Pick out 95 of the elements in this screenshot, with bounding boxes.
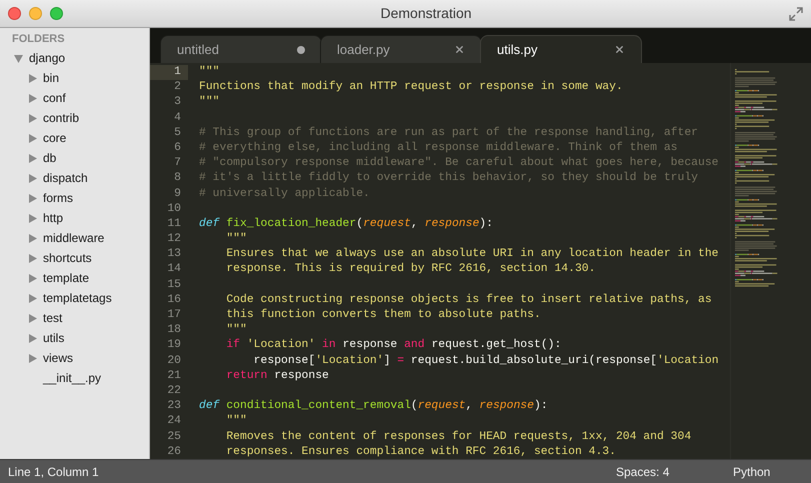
- line-number: 18: [166, 323, 182, 338]
- collapsed-triangle-icon[interactable]: [28, 334, 37, 342]
- line-number: 15: [166, 278, 182, 293]
- folder-item[interactable]: forms: [43, 189, 73, 207]
- collapsed-triangle-icon[interactable]: [28, 314, 37, 322]
- folder-item[interactable]: contrib: [43, 109, 80, 127]
- collapsed-triangle-icon[interactable]: [28, 254, 37, 262]
- folder-item[interactable]: db: [43, 149, 56, 167]
- collapsed-triangle-icon[interactable]: [28, 194, 37, 202]
- line-number: 3: [173, 95, 182, 110]
- cursor-position: Line 1, Column 1: [8, 464, 100, 480]
- collapsed-triangle-icon[interactable]: [28, 294, 37, 302]
- collapsed-triangle-icon[interactable]: [28, 174, 37, 182]
- expanded-triangle-icon[interactable]: [14, 54, 23, 62]
- code-line: """: [225, 414, 247, 430]
- line-number: 1: [150, 65, 188, 80]
- folder-item[interactable]: test: [43, 309, 62, 327]
- code-line: Code constructing response objects is free to insert relative paths, as: [225, 292, 712, 308]
- code-line: if 'Location' in response and request.get_host():: [225, 338, 562, 354]
- line-number: 23: [166, 399, 182, 414]
- file-item[interactable]: __init__.py: [43, 369, 102, 387]
- line-number: 13: [166, 247, 182, 262]
- code-line: response['Location'] = request.build_absolute_uri(response['Location: [252, 354, 719, 369]
- window-title: Demonstration: [379, 4, 473, 23]
- collapsed-triangle-icon[interactable]: [28, 354, 37, 362]
- line-number: 2: [173, 80, 182, 96]
- code-line: Functions that modify an HTTP request or response in some way.: [199, 80, 623, 96]
- code-line: Ensures that we always use an absolute URI in any location header in the: [225, 247, 718, 262]
- syntax-setting[interactable]: Python: [733, 462, 803, 480]
- line-number: 11: [166, 216, 182, 232]
- code-line: def fix_location_header(request, response):: [199, 216, 493, 232]
- maximize-icon[interactable]: [50, 7, 63, 20]
- folder-item[interactable]: templatetags: [43, 289, 112, 307]
- code-line: # universally applicable.: [199, 186, 370, 202]
- code-line: # This group of functions are run as part of the response handling, after: [199, 126, 698, 141]
- collapsed-triangle-icon[interactable]: [28, 134, 37, 142]
- line-number: 17: [166, 308, 182, 323]
- sidebar-heading: FOLDERS: [11, 32, 66, 47]
- line-number: 6: [173, 140, 182, 156]
- line-number: 22: [166, 384, 182, 399]
- tab[interactable]: untitled: [160, 35, 322, 63]
- folder-item[interactable]: http: [43, 209, 64, 227]
- line-number: 24: [166, 414, 182, 430]
- folder-item[interactable]: bin: [43, 69, 60, 87]
- collapsed-triangle-icon[interactable]: [28, 234, 37, 242]
- collapsed-triangle-icon[interactable]: [28, 74, 37, 82]
- folder-item[interactable]: utils: [43, 329, 64, 347]
- close-icon[interactable]: [454, 44, 465, 55]
- code-line: responses. Ensures compliance with RFC 2616, section 4.3.: [225, 444, 616, 459]
- line-number: 10: [166, 202, 182, 217]
- code-line: """: [199, 95, 220, 110]
- tab[interactable]: loader.py: [320, 35, 482, 63]
- folder-item[interactable]: core: [43, 129, 66, 147]
- line-number: 21: [166, 368, 182, 384]
- tab[interactable]: utils.py: [480, 35, 642, 63]
- folder-item[interactable]: template: [43, 269, 90, 287]
- line-number: 7: [173, 156, 182, 172]
- collapsed-triangle-icon[interactable]: [28, 94, 37, 102]
- line-number: 25: [166, 430, 182, 444]
- code-line: response. This is required by RFC 2616, section 14.30.: [225, 262, 596, 278]
- fullscreen-icon[interactable]: [789, 6, 803, 20]
- line-number: 19: [166, 338, 182, 354]
- folder-item[interactable]: views: [43, 349, 74, 367]
- line-number: 26: [166, 444, 182, 459]
- line-number: 12: [166, 232, 182, 248]
- line-number: 14: [166, 262, 182, 278]
- line-number: 20: [166, 354, 182, 369]
- line-number: 4: [173, 110, 182, 126]
- code-line: Removes the content of responses for HEAD requests, 1xx, 204 and 304: [225, 430, 692, 444]
- collapsed-triangle-icon[interactable]: [28, 114, 37, 122]
- line-number: 16: [166, 292, 182, 308]
- code-line: # "compulsory response middleware". Be careful about what goes here, because: [199, 156, 718, 172]
- folder-item[interactable]: dispatch: [43, 169, 88, 187]
- collapsed-triangle-icon[interactable]: [28, 274, 37, 282]
- code-line: this function converts them to absolute paths.: [225, 308, 541, 323]
- line-number: 5: [173, 126, 182, 141]
- minimize-icon[interactable]: [29, 7, 42, 20]
- line-number: 8: [173, 171, 182, 186]
- line-number: 9: [173, 186, 182, 202]
- close-icon[interactable]: [8, 7, 21, 20]
- close-icon[interactable]: [614, 44, 625, 55]
- folder-item[interactable]: middleware: [43, 229, 104, 247]
- folder-item[interactable]: django: [29, 49, 66, 67]
- code-line: def conditional_content_removal(request, response):: [199, 399, 548, 414]
- folder-item[interactable]: conf: [43, 89, 66, 107]
- code-line: """: [199, 65, 220, 80]
- code-line: """: [225, 232, 247, 248]
- collapsed-triangle-icon[interactable]: [28, 154, 37, 162]
- folder-item[interactable]: shortcuts: [43, 249, 92, 267]
- indentation-setting[interactable]: Spaces: 4: [616, 462, 733, 480]
- code-line: """: [225, 323, 247, 338]
- code-line: # everything else, including all response middleware. Think of them as: [199, 140, 678, 156]
- collapsed-triangle-icon[interactable]: [28, 214, 37, 222]
- code-line: # it's a little fiddly to override this behavior, so they should be truly: [199, 171, 698, 186]
- code-line: return response: [225, 368, 329, 384]
